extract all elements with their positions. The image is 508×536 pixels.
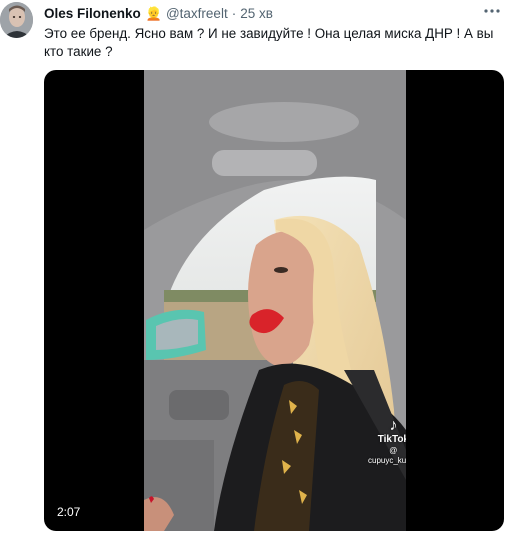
tweet-time[interactable]: 25 хв bbox=[240, 6, 273, 21]
video-frame: ♪ TikTok @ cupuyc_kupuli bbox=[144, 70, 406, 531]
more-icon bbox=[484, 9, 500, 13]
avatar[interactable] bbox=[0, 2, 33, 38]
tiktok-note-icon: ♪ bbox=[389, 417, 398, 434]
tweet-header: Oles Filonenko 👱 @taxfreelt · 25 хв bbox=[44, 4, 273, 22]
tiktok-user: @ cupuyc_kupuli bbox=[368, 446, 406, 465]
display-name[interactable]: Oles Filonenko bbox=[44, 6, 141, 21]
more-button[interactable] bbox=[482, 3, 502, 19]
video-duration: 2:07 bbox=[57, 505, 81, 519]
tiktok-brand: TikTok bbox=[377, 434, 406, 445]
tweet: Oles Filonenko 👱 @taxfreelt · 25 хв Это … bbox=[0, 0, 508, 536]
video-thumbnail bbox=[144, 70, 406, 531]
user-handle[interactable]: @taxfreelt bbox=[166, 6, 228, 21]
tweet-text: Это ее бренд. Ясно вам ? И не завидуйте … bbox=[44, 26, 494, 59]
avatar-photo bbox=[0, 2, 33, 38]
separator-dot: · bbox=[231, 5, 237, 21]
name-emoji: 👱 bbox=[145, 5, 162, 21]
tiktok-watermark: ♪ TikTok @ cupuyc_kupuli bbox=[368, 418, 406, 466]
video-player[interactable]: ♪ TikTok @ cupuyc_kupuli 2:07 bbox=[44, 70, 504, 531]
